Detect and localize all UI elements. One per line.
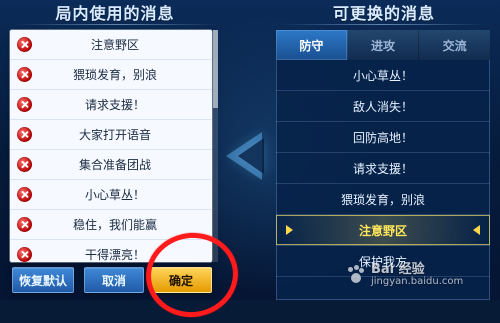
replaceable-message-row[interactable]: 小心草丛！ [276, 60, 490, 91]
in-game-message-row[interactable]: 大家打开语音 [10, 119, 212, 149]
in-game-message-row[interactable]: 小心草丛！ [10, 179, 212, 209]
remove-icon[interactable] [17, 67, 32, 82]
in-game-message-row[interactable]: 注意野区 [10, 30, 212, 59]
in-game-message-text: 请求支援！ [84, 98, 145, 112]
in-game-message-text: 猥琐发育，别浪 [72, 68, 157, 82]
tab-communication[interactable]: 交流 [419, 30, 490, 60]
remove-icon[interactable] [17, 37, 32, 52]
replaceable-message-row[interactable]: 敌人消失！ [276, 91, 490, 122]
remove-icon[interactable] [17, 247, 32, 262]
replaceable-message-row[interactable]: 保护我方 [276, 246, 490, 277]
in-game-message-text: 稳住，我们能赢 [72, 218, 157, 232]
in-game-message-row[interactable]: 集合准备团战 [10, 149, 212, 179]
restore-default-button[interactable]: 恢复默认 [12, 267, 74, 293]
remove-icon[interactable] [17, 187, 32, 202]
remove-icon[interactable] [17, 217, 32, 232]
in-game-message-text: 大家打开语音 [78, 128, 151, 142]
selection-chevron-left-icon [286, 225, 293, 235]
left-title-divider [14, 24, 219, 25]
replaceable-message-row[interactable]: 回防高地！ [276, 122, 490, 153]
replaceable-message-row[interactable]: 猥琐发育，别浪 [276, 184, 490, 215]
in-game-message-text: 小心草丛！ [84, 188, 145, 202]
replaceable-message-row[interactable]: 请求支援！ [276, 153, 490, 184]
in-game-message-text: 集合准备团战 [78, 158, 151, 172]
remove-icon[interactable] [17, 157, 32, 172]
left-list-scroll-thumb[interactable] [213, 30, 218, 108]
replaceable-message-list: 小心草丛！ 敌人消失！ 回防高地！ 请求支援！ 猥琐发育，别浪 注意野区 保护我… [276, 60, 490, 300]
cancel-button[interactable]: 取消 [84, 267, 144, 293]
in-game-message-list: 注意野区 猥琐发育，别浪 请求支援！ 大家打开语音 集合准备团战 小心草丛！ 稳… [10, 30, 212, 262]
in-game-message-text: 注意野区 [90, 38, 139, 52]
replaceable-message-panel: 防守 进攻 交流 小心草丛！ 敌人消失！ 回防高地！ 请求支援！ 猥琐发育，别浪… [276, 30, 490, 300]
in-game-message-row[interactable]: 稳住，我们能赢 [10, 209, 212, 239]
transfer-left-arrow-icon[interactable] [226, 132, 264, 180]
right-title-divider [280, 24, 485, 25]
right-panel-title: 可更换的消息 [332, 4, 435, 23]
remove-icon[interactable] [17, 127, 32, 142]
message-category-tabs: 防守 进攻 交流 [276, 30, 490, 60]
left-list-scrollbar[interactable] [213, 30, 218, 262]
confirm-button[interactable]: 确定 [150, 267, 212, 293]
in-game-message-text: 干得漂亮！ [84, 248, 145, 262]
remove-icon[interactable] [17, 97, 32, 112]
selected-message-text: 注意野区 [358, 223, 407, 238]
in-game-message-row[interactable]: 猥琐发育，别浪 [10, 59, 212, 89]
tab-attack[interactable]: 进攻 [347, 30, 420, 60]
left-panel-title: 局内使用的消息 [55, 4, 175, 23]
tab-defense[interactable]: 防守 [276, 30, 348, 60]
selection-chevron-right-icon [473, 225, 480, 235]
in-game-message-row[interactable]: 干得漂亮！ [10, 239, 212, 262]
in-game-message-row[interactable]: 请求支援！ [10, 89, 212, 119]
selected-message-row[interactable]: 注意野区 [276, 215, 490, 246]
